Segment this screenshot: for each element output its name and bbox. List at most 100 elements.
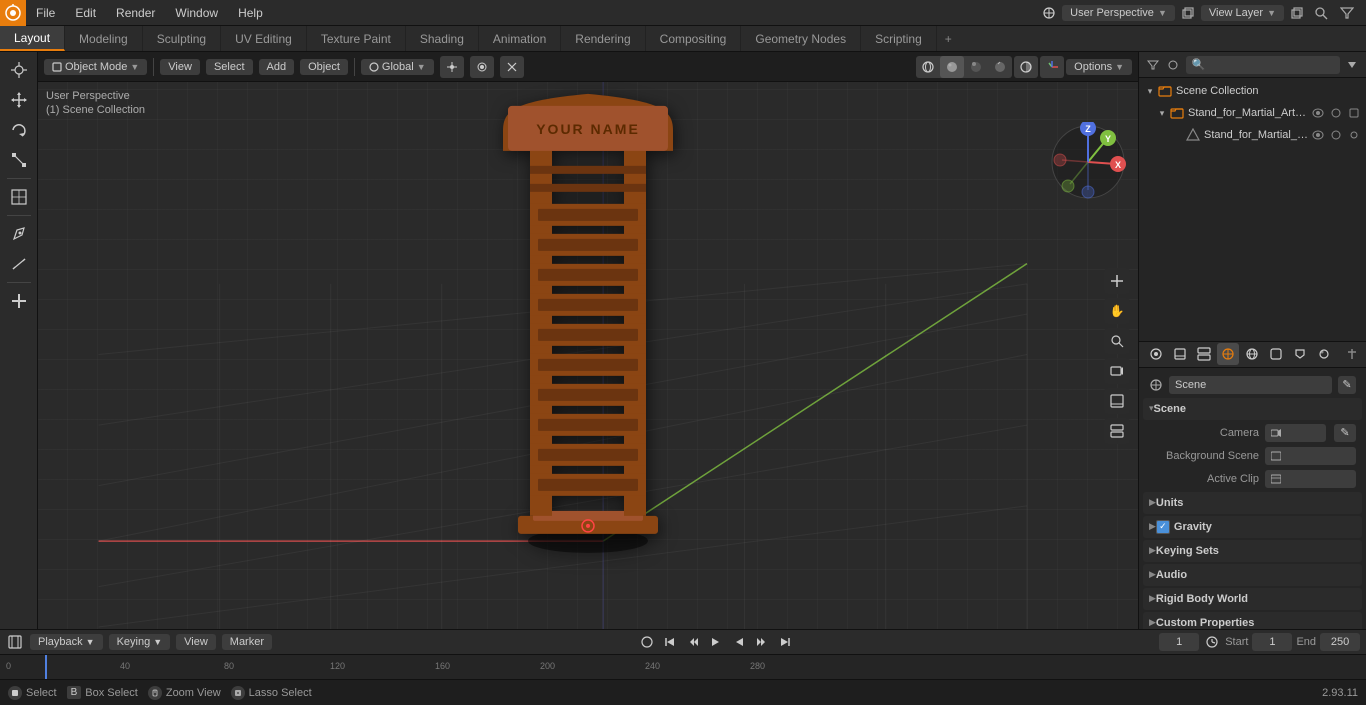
keying-menu[interactable]: Keying ▼ <box>109 634 171 650</box>
jump-end-button[interactable] <box>775 632 795 652</box>
move-tool[interactable] <box>5 86 33 114</box>
prop-pin-icon[interactable] <box>1343 345 1360 363</box>
jump-start-button[interactable] <box>660 632 680 652</box>
rotate-tool[interactable] <box>5 116 33 144</box>
tab-animation[interactable]: Animation <box>479 26 561 51</box>
gizmo-button[interactable] <box>1040 56 1064 78</box>
cursor-tool[interactable] <box>5 56 33 84</box>
view-menu-tl[interactable]: View <box>176 634 216 650</box>
navigation-gizmo[interactable]: Y X Z <box>1048 122 1128 202</box>
marker-menu[interactable]: Marker <box>222 634 272 650</box>
3d-scene[interactable]: YOUR NAME <box>38 82 1138 629</box>
start-frame-input[interactable] <box>1252 633 1292 651</box>
keying-sets-header[interactable]: ▶ Keying Sets <box>1143 540 1362 562</box>
tab-compositing[interactable]: Compositing <box>646 26 742 51</box>
select-menu[interactable]: Select <box>206 59 253 75</box>
tab-geometry-nodes[interactable]: Geometry Nodes <box>741 26 861 51</box>
view-layer-selector[interactable]: View Layer ▼ <box>1201 5 1284 21</box>
outliner-expand-stand[interactable]: ▾ <box>1155 106 1169 120</box>
scene-name-field[interactable]: Scene <box>1169 376 1332 394</box>
outliner-stand-collection[interactable]: ▾ Stand_for_Martial_Art_Belts_C <box>1139 102 1366 124</box>
menu-help[interactable]: Help <box>228 0 273 25</box>
tab-scripting[interactable]: Scripting <box>861 26 937 51</box>
play-forward-button[interactable] <box>729 632 749 652</box>
step-forward-button[interactable] <box>752 632 772 652</box>
outliner-filter-icon[interactable] <box>1145 56 1161 74</box>
search-icon[interactable] <box>1310 2 1332 24</box>
scene-copy-icon[interactable] <box>1179 4 1197 22</box>
scene-section-header[interactable]: ▾ Scene <box>1143 398 1362 420</box>
view-menu[interactable]: View <box>160 59 200 75</box>
units-section-header[interactable]: ▶ Units <box>1143 492 1362 514</box>
object-menu[interactable]: Object <box>300 59 348 75</box>
outliner-stand-object[interactable]: ▶ Stand_for_Martial_Art_Be <box>1139 124 1366 146</box>
end-frame-input[interactable] <box>1320 633 1360 651</box>
object-mode-selector[interactable]: Object Mode ▼ <box>44 59 147 75</box>
playback-menu[interactable]: Playback ▼ <box>30 634 103 650</box>
wireframe-shading[interactable] <box>916 56 940 78</box>
tab-texture-paint[interactable]: Texture Paint <box>307 26 406 51</box>
outliner-obj-view-icon[interactable] <box>1310 127 1326 143</box>
transform-tool[interactable] <box>5 183 33 211</box>
prop-world-icon[interactable] <box>1241 343 1263 365</box>
prop-scene-icon[interactable] <box>1217 343 1239 365</box>
prop-object-icon[interactable] <box>1265 343 1287 365</box>
add-tool[interactable] <box>5 287 33 315</box>
add-menu[interactable]: Add <box>259 59 295 75</box>
camera-view-button[interactable] <box>1104 358 1130 384</box>
zoom-view-button[interactable] <box>1104 328 1130 354</box>
timeline-ruler[interactable]: 0 40 80 120 160 200 240 280 <box>0 655 1366 679</box>
menu-window[interactable]: Window <box>165 0 228 25</box>
outliner-display-icon[interactable] <box>1165 56 1181 74</box>
orbit-view-button[interactable]: ✋ <box>1104 298 1130 324</box>
gravity-checkbox[interactable]: ✓ <box>1156 520 1170 534</box>
overlay-button[interactable] <box>1014 56 1038 78</box>
pan-view-button[interactable] <box>1104 268 1130 294</box>
menu-render[interactable]: Render <box>106 0 165 25</box>
current-frame-input[interactable] <box>1159 633 1199 651</box>
menu-file[interactable]: File <box>26 0 65 25</box>
prop-render-icon[interactable] <box>1145 343 1167 365</box>
camera-value[interactable] <box>1265 424 1326 442</box>
rendered-shading[interactable] <box>988 56 1012 78</box>
active-clip-value[interactable] <box>1265 470 1356 488</box>
tab-uv-editing[interactable]: UV Editing <box>221 26 307 51</box>
background-scene-value[interactable] <box>1265 447 1356 465</box>
tab-rendering[interactable]: Rendering <box>561 26 645 51</box>
add-workspace-button[interactable]: + <box>937 26 960 51</box>
options-button[interactable]: Options ▼ <box>1066 59 1132 75</box>
step-back-button[interactable] <box>683 632 703 652</box>
render-view-button[interactable] <box>1104 388 1130 414</box>
tab-modeling[interactable]: Modeling <box>65 26 143 51</box>
menu-edit[interactable]: Edit <box>65 0 106 25</box>
collection-view-button[interactable] <box>1104 418 1130 444</box>
solid-shading[interactable] <box>940 56 964 78</box>
proportional-edit-button[interactable] <box>470 56 494 78</box>
filter-icon[interactable] <box>1336 2 1358 24</box>
outliner-exclude-icon[interactable] <box>1346 105 1362 121</box>
prop-viewlayer-icon[interactable] <box>1193 343 1215 365</box>
outliner-hide-viewport-icon[interactable] <box>1328 105 1344 121</box>
play-back-button[interactable] <box>706 632 726 652</box>
outliner-obj-hide-icon[interactable] <box>1328 127 1344 143</box>
outliner-obj-render-icon[interactable] <box>1346 127 1362 143</box>
rigid-body-header[interactable]: ▶ Rigid Body World <box>1143 588 1362 610</box>
audio-section-header[interactable]: ▶ Audio <box>1143 564 1362 586</box>
prop-material-icon[interactable] <box>1313 343 1335 365</box>
scene-name-edit-icon[interactable]: ✎ <box>1338 376 1356 394</box>
outliner-scene-collection[interactable]: ▾ Scene Collection <box>1139 80 1366 102</box>
gravity-section-header[interactable]: ▶ ✓ Gravity <box>1143 516 1362 538</box>
scale-tool[interactable] <box>5 146 33 174</box>
scene-selector[interactable]: User Perspective ▼ <box>1062 5 1175 21</box>
record-button[interactable] <box>637 632 657 652</box>
snap-button[interactable] <box>440 56 464 78</box>
tab-sculpting[interactable]: Sculpting <box>143 26 221 51</box>
timeline-type-icon[interactable] <box>6 633 24 651</box>
material-shading[interactable] <box>964 56 988 78</box>
viewport[interactable]: Object Mode ▼ View Select Add Object Glo… <box>38 52 1138 629</box>
outliner-search-input[interactable] <box>1186 56 1340 74</box>
outliner-view-icon[interactable] <box>1310 105 1326 121</box>
measure-tool[interactable] <box>5 250 33 278</box>
outliner-expand-icon[interactable]: ▾ <box>1143 84 1157 98</box>
prop-output-icon[interactable] <box>1169 343 1191 365</box>
